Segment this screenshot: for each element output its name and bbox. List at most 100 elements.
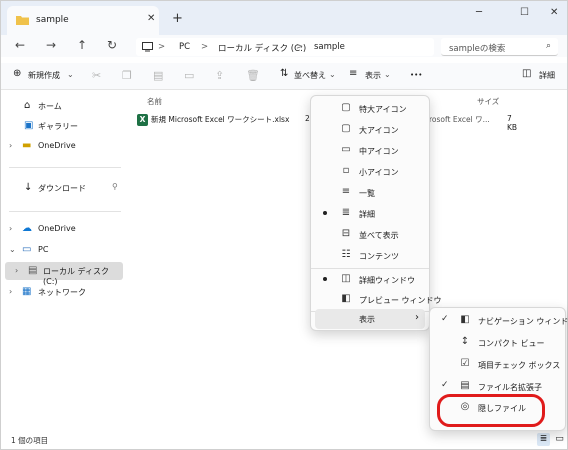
drive-icon: ▤ <box>28 265 38 276</box>
sidebar-item-onedrive[interactable]: › ☁ OneDrive <box>1 220 123 238</box>
small-icons-icon: ▫ <box>342 165 350 176</box>
check-icon: ✓ <box>441 380 449 390</box>
refresh-button[interactable]: ↻ <box>107 38 117 52</box>
compact-view-icon: ↕ <box>460 336 470 347</box>
menu-item-label: 項目チェック ボックス <box>478 361 561 370</box>
tiles-icon: ⊟ <box>341 228 351 239</box>
share-icon[interactable]: ⇪ <box>215 69 224 82</box>
sidebar-item-label: ギャラリー <box>38 122 78 131</box>
sidebar-item-label: ネットワーク <box>38 288 86 297</box>
tab-strip: sample ✕ + ─ ☐ ✕ <box>1 1 567 35</box>
menu-item-compact-view[interactable]: ↕ コンパクト ビュー <box>434 333 561 353</box>
details-pane-icon: ◫ <box>341 273 351 284</box>
menu-item-label: 特大アイコン <box>359 105 407 114</box>
tab-sample[interactable]: sample ✕ <box>7 6 159 35</box>
sidebar-item-gallery[interactable]: ▣ ギャラリー <box>1 117 123 135</box>
sort-icon: ⇅ <box>280 68 289 79</box>
sidebar-item-home[interactable]: ⌂ ホーム <box>1 97 123 115</box>
menu-item-list[interactable]: ≡ 一覧 <box>315 183 425 203</box>
breadcrumb-pc[interactable]: PC <box>179 42 190 52</box>
address-row: ← → ↑ ↻ > PC > ローカル ディスク (C:) > sample s… <box>1 35 567 57</box>
chevron-down-icon: ⌄ <box>67 70 74 79</box>
menu-item-label: 一覧 <box>359 189 375 198</box>
medium-icons-icon: ▭ <box>341 144 351 155</box>
sidebar-item-pc[interactable]: ⌄ ▭ PC <box>1 241 123 259</box>
selected-dot-icon <box>323 277 327 281</box>
rename-icon[interactable]: ▭ <box>184 69 194 82</box>
chevron-right-icon[interactable]: › <box>9 141 12 150</box>
menu-item-content[interactable]: ☷ コンテンツ <box>315 246 425 266</box>
tab-close-icon[interactable]: ✕ <box>147 13 155 24</box>
extra-large-icons-icon: ▢ <box>341 102 351 113</box>
chevron-right-icon[interactable]: › <box>9 287 12 296</box>
menu-item-label: ナビゲーション ウィンドウ <box>478 317 568 326</box>
sidebar-item-label: OneDrive <box>38 224 76 233</box>
copy-icon[interactable]: ❐ <box>122 69 132 82</box>
cut-icon[interactable]: ✂ <box>92 69 101 82</box>
menu-item-item-checkboxes[interactable]: ☑ 項目チェック ボックス <box>434 355 561 375</box>
details-icon: ≣ <box>341 207 351 218</box>
sidebar-item-network[interactable]: › ▦ ネットワーク <box>1 283 123 301</box>
sidebar-item-label: PC <box>38 245 49 254</box>
details-button[interactable]: 詳細 <box>539 70 555 81</box>
menu-item-label: プレビュー ウィンドウ <box>359 296 442 305</box>
menu-item-label: 詳細ウィンドウ <box>359 276 415 285</box>
cloud-icon: ☁ <box>22 223 32 234</box>
excel-file-icon: X <box>137 114 148 126</box>
close-button[interactable]: ✕ <box>550 7 558 18</box>
menu-item-medium-icons[interactable]: ▭ 中アイコン <box>315 141 425 161</box>
list-icon: ≡ <box>341 186 351 197</box>
status-count: 1 個の項目 <box>11 436 49 445</box>
sidebar-item-onedrive-personal[interactable]: › ▬ OneDrive <box>1 137 123 155</box>
sort-button[interactable]: 並べ替え <box>294 70 326 81</box>
menu-item-details[interactable]: ≣ 詳細 <box>315 204 425 224</box>
menu-item-label: コンテンツ <box>359 252 399 261</box>
search-placeholder: sampleの検索 <box>449 44 506 54</box>
column-header-size[interactable]: サイズ <box>477 96 499 107</box>
breadcrumb-local-disk[interactable]: ローカル ディスク (C:) <box>218 42 306 54</box>
new-tab-button[interactable]: + <box>172 11 183 26</box>
tab-title: sample <box>36 15 69 25</box>
highlight-annotation <box>437 394 545 427</box>
column-header-name[interactable]: 名前 <box>147 96 162 107</box>
chevron-right-icon[interactable]: › <box>9 224 12 233</box>
back-button[interactable]: ← <box>15 38 25 52</box>
chevron-down-icon[interactable]: ⌄ <box>9 245 16 254</box>
menu-item-extra-large-icons[interactable]: ▢ 特大アイコン <box>315 99 425 119</box>
menu-item-tiles[interactable]: ⊟ 並べて表示 <box>315 225 425 245</box>
maximize-button[interactable]: ☐ <box>520 7 529 18</box>
address-bar[interactable]: > PC > ローカル ディスク (C:) > sample <box>136 38 434 56</box>
preview-pane-icon: ◧ <box>341 293 351 304</box>
home-icon: ⌂ <box>24 100 31 111</box>
file-type: rosoft Excel ワ... <box>429 115 490 124</box>
forward-button[interactable]: → <box>46 38 56 52</box>
menu-item-label: 小アイコン <box>359 168 399 177</box>
explorer-window: sample ✕ + ─ ☐ ✕ ← → ↑ ↻ > PC > ローカル ディス… <box>0 0 568 450</box>
paste-icon[interactable]: ▤ <box>153 69 163 82</box>
view-button[interactable]: 表示 <box>365 70 381 81</box>
menu-item-label: 並べて表示 <box>359 231 399 240</box>
tiles-view-icon[interactable]: ▭ <box>553 433 566 446</box>
menu-item-navigation-pane[interactable]: ✓ ◧ ナビゲーション ウィンドウ <box>434 311 568 331</box>
sidebar-item-local-disk[interactable]: › ▤ ローカル ディスク (C:) <box>5 262 123 286</box>
more-button[interactable]: ••• <box>410 71 422 79</box>
delete-icon[interactable]: 🗑 <box>246 69 260 82</box>
command-bar: ⊕ 新規作成 ⌄ ✂ ❐ ▤ ▭ ⇪ 🗑 ⇅ 並べ替え ⌄ ≡ 表示 ⌄ •••… <box>1 63 567 90</box>
minimize-button[interactable]: ─ <box>476 7 482 18</box>
menu-item-details-pane[interactable]: ◫ 詳細ウィンドウ <box>315 270 425 290</box>
view-menu: ▢ 特大アイコン ▢ 大アイコン ▭ 中アイコン ▫ 小アイコン ≡ 一覧 ≣ … <box>310 95 442 331</box>
new-button[interactable]: 新規作成 <box>28 70 60 81</box>
menu-item-large-icons[interactable]: ▢ 大アイコン <box>315 120 425 140</box>
menu-item-show[interactable]: 表示 › <box>315 309 425 329</box>
menu-item-preview-pane[interactable]: ◧ プレビュー ウィンドウ <box>315 290 441 310</box>
chevron-right-icon[interactable]: › <box>15 266 18 275</box>
navigation-pane: ⌂ ホーム ▣ ギャラリー › ▬ OneDrive ↓ ダウンロード ⚲ › … <box>1 91 129 429</box>
details-view-icon[interactable]: ≣ <box>537 433 550 446</box>
pc-icon: ▭ <box>22 244 32 255</box>
divider <box>9 167 121 168</box>
menu-item-small-icons[interactable]: ▫ 小アイコン <box>315 162 425 182</box>
sidebar-item-downloads[interactable]: ↓ ダウンロード ⚲ <box>1 179 123 197</box>
search-box[interactable]: sampleの検索 ⌕ <box>441 38 558 56</box>
breadcrumb-sample[interactable]: sample <box>314 42 345 52</box>
up-button[interactable]: ↑ <box>77 38 87 52</box>
